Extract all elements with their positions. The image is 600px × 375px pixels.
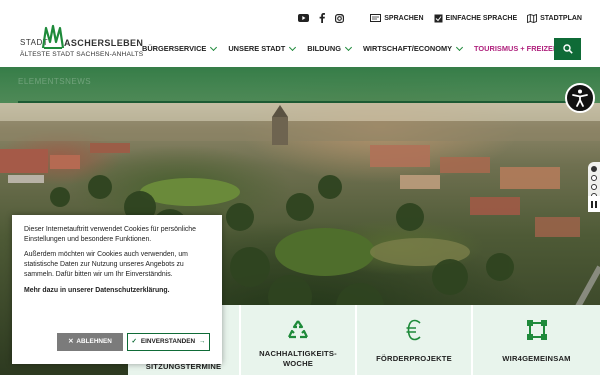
simple-language-icon [434, 14, 443, 22]
quick-link-nachhaltigkeitswoche[interactable]: NACHHALTIGKEITS- WOCHE [241, 305, 357, 375]
accessibility-button[interactable] [565, 83, 595, 113]
pause-icon [591, 200, 594, 208]
chevron-down-icon [289, 43, 297, 51]
utility-bar: SPRACHEN EINFACHE SPRACHE STADTPLAN [298, 12, 582, 24]
simple-language-link[interactable]: EINFACHE SPRACHE [434, 14, 518, 23]
search-icon [562, 44, 573, 54]
cookie-consent-dialog: Dieser Internetauftritt verwendet Cookie… [12, 215, 222, 364]
logo-emblem-icon [41, 24, 65, 49]
facebook-icon[interactable] [319, 13, 326, 23]
accessibility-icon [572, 89, 588, 107]
cookie-text-intro: Dieser Internetauftritt verwendet Cookie… [24, 226, 196, 243]
chevron-down-icon [344, 43, 352, 51]
recycle-icon [288, 320, 308, 339]
decline-label: ABLEHNEN [76, 338, 112, 346]
decline-button[interactable]: ✕ ABLEHNEN [57, 333, 123, 351]
accept-label: EINVERSTANDEN [140, 338, 196, 346]
accept-button[interactable]: ✓ EINVERSTANDEN → [127, 333, 210, 351]
chevron-down-icon [456, 43, 464, 51]
nav-item-buergerservice[interactable]: BÜRGERSERVICE [142, 43, 218, 53]
quick-link-label: FÖRDERPROJEKTE [376, 354, 452, 363]
check-icon: ✓ [131, 338, 137, 346]
network-icon [526, 320, 547, 340]
slider-dot[interactable] [591, 184, 597, 190]
map-icon [527, 13, 538, 23]
chevron-down-icon [210, 43, 218, 51]
simple-language-label: EINFACHE SPRACHE [445, 14, 518, 22]
slider-dot[interactable] [591, 175, 597, 181]
arrow-right-icon: → [199, 338, 206, 346]
quick-link-label: NACHHALTIGKEITS- WOCHE [259, 349, 337, 369]
nav-item-label: WIRTSCHAFT/ECONOMY [362, 44, 453, 53]
privacy-policy-link[interactable]: Mehr dazu in unserer Datenschutzerklärun… [24, 286, 210, 296]
close-icon: ✕ [68, 338, 74, 346]
nav-item-label: UNSERE STADT [228, 44, 286, 53]
cookie-text-statistics: Außerdem möchten wir Cookies auch verwen… [24, 251, 188, 278]
site-header: STADT ASCHERSLEBEN ÄLTESTE STADT SACHSEN… [0, 0, 600, 67]
nav-item-unsere-stadt[interactable]: UNSERE STADT [228, 43, 297, 53]
languages-label: SPRACHEN [384, 14, 424, 22]
instagram-icon[interactable] [335, 13, 345, 23]
city-map-link[interactable]: STADTPLAN [527, 13, 582, 23]
search-button[interactable] [554, 38, 581, 60]
nav-item-label: TOURISMUS + FREIZEIT [474, 44, 560, 53]
logo-city-name: ASCHERSLEBEN [64, 38, 144, 48]
youtube-icon[interactable] [298, 14, 310, 22]
nav-item-wirtschaft[interactable]: WIRTSCHAFT/ECONOMY [362, 43, 464, 53]
main-navigation: BÜRGERSERVICE UNSERE STADT BILDUNG WIRTS… [142, 43, 582, 53]
cookie-actions: ✕ ABLEHNEN ✓ EINVERSTANDEN → [57, 333, 210, 351]
nav-item-label: BILDUNG [307, 44, 341, 53]
quick-link-foerderprojekte[interactable]: FÖRDERPROJEKTE [357, 305, 473, 375]
languages-link[interactable]: SPRACHEN [370, 14, 424, 22]
city-logo[interactable]: STADT ASCHERSLEBEN ÄLTESTE STADT SACHSEN… [20, 22, 144, 62]
languages-icon [370, 14, 382, 22]
slider-dot[interactable] [591, 166, 597, 172]
quick-link-label: WIR4GEMEINSAM [502, 354, 571, 363]
nav-item-bildung[interactable]: BILDUNG [307, 43, 352, 53]
nav-item-label: BÜRGERSERVICE [142, 44, 207, 53]
logo-subtitle: ÄLTESTE STADT SACHSEN-ANHALTS [20, 51, 144, 58]
social-links [298, 13, 345, 23]
slider-pause-button[interactable] [588, 196, 600, 212]
city-map-label: STADTPLAN [540, 14, 582, 22]
quick-link-wir4gemeinsam[interactable]: WIR4GEMEINSAM [473, 305, 600, 375]
pause-icon [594, 200, 597, 208]
euro-icon [406, 319, 421, 341]
